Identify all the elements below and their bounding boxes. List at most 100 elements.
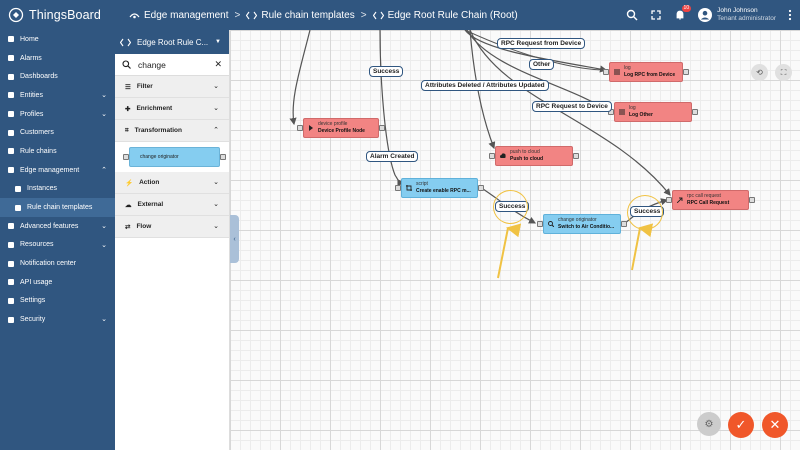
cloud-icon: ☁ [125,201,132,209]
rule-chain-templates-icon [14,204,22,212]
sidebar-item-instances[interactable]: Instances [0,180,115,199]
section-label: Enrichment [136,105,173,112]
fullscreen-icon[interactable] [650,9,662,21]
thingsboard-logo-icon [8,7,24,23]
search-icon [122,60,131,69]
sidebar-item-edge-management[interactable]: Edge management ⌃ [0,161,115,180]
collapse-panel-handle[interactable]: ‹ [230,215,239,263]
sidebar-item-label: Rule chains [20,147,57,155]
sidebar-item-label: Alarms [20,54,42,62]
edge-label[interactable]: RPC Request from Device [497,38,586,49]
apply-changes-button[interactable]: ✓ [728,412,754,438]
section-enrichment[interactable]: ✚ Enrichment ⌄ [115,98,229,120]
user-name: John Johnson [717,7,758,14]
fullscreen-canvas-button[interactable]: ⛶ [775,64,792,81]
sidebar-item-customers[interactable]: Customers [0,123,115,142]
rule-node-change-originator[interactable]: change originator Switch to Air Conditio… [537,214,627,234]
sidebar-item-api-usage[interactable]: API usage [0,273,115,292]
section-filter[interactable]: ☰ Filter ⌄ [115,76,229,98]
debug-button[interactable]: ⚙ [697,412,721,436]
rule-chain-select[interactable]: Edge Root Rule C... ▼ [115,30,229,54]
rule-node-log-other[interactable]: log Log Other [608,102,698,122]
breadcrumb-separator: > [234,9,241,21]
rule-node-device-profile[interactable]: device profile Device Profile Node [297,118,385,138]
history-button[interactable]: ⟲ [751,64,768,81]
sidebar-item-label: Advanced features [20,222,79,230]
sidebar-item-settings[interactable]: Settings [0,292,115,311]
rule-chain-canvas[interactable]: device profile Device Profile Node log L… [230,30,800,450]
code-brackets-icon [372,11,384,19]
input-port [395,185,401,191]
notification-icon [7,260,15,268]
section-external[interactable]: ☁ External ⌄ [115,194,229,216]
transform-icon [406,185,412,191]
breadcrumb-label: Rule chain templates [261,9,355,21]
clear-search-icon[interactable]: ✕ [214,59,222,70]
sidebar-item-home[interactable]: Home [0,30,115,49]
sidebar-item-resources[interactable]: Resources ⌄ [0,236,115,255]
sidebar-item-profiles[interactable]: Profiles ⌄ [0,105,115,124]
user-menu[interactable]: John Johnson Tenant administrator [698,7,776,23]
filter-icon: ☰ [125,83,131,91]
security-icon [7,316,15,324]
edge-label[interactable]: RPC Request to Device [532,101,612,112]
library-node-change-originator[interactable]: change originator [123,147,226,167]
node-search-field[interactable]: change ✕ [115,54,229,76]
customers-icon [7,129,15,137]
sidebar-item-alarms[interactable]: Alarms [0,49,115,68]
notifications-button[interactable]: 10 [674,5,692,21]
node-name: Push to cloud [510,155,544,162]
rule-node-script[interactable]: script Create enable RPC m... [395,178,484,198]
entities-icon [7,91,15,99]
avatar-icon [698,8,713,22]
sidebar-item-label: Dashboards [20,73,58,81]
node-name: Switch to Air Conditio... [558,223,615,230]
sidebar-item-rule-chains[interactable]: Rule chains [0,142,115,161]
section-flow[interactable]: ⇄ Flow ⌄ [115,216,229,238]
search-icon[interactable] [626,9,638,21]
sidebar-item-notification-center[interactable]: Notification center [0,254,115,273]
output-port [749,197,755,203]
section-transformation[interactable]: ⌗ Transformation ⌃ [115,120,229,142]
chevron-down-icon: ⌄ [213,105,219,112]
node-search-input[interactable]: change [138,60,166,70]
change-originator-icon [548,221,554,227]
log-icon [614,69,620,75]
edge-label[interactable]: Success [369,66,404,77]
sidebar-item-advanced-features[interactable]: Advanced features ⌄ [0,217,115,236]
edge-icon [129,12,140,18]
logo[interactable]: ThingsBoard [0,7,115,23]
breadcrumb-rule-chain-templates[interactable]: Rule chain templates [246,9,355,21]
section-label: Filter [136,83,153,90]
edge-label[interactable]: Alarm Created [366,151,419,162]
output-port [621,221,627,227]
dropdown-arrow-icon: ▼ [215,39,221,45]
rule-node-log-rpc[interactable]: log Log RPC from Device [603,62,689,82]
sidebar-item-entities[interactable]: Entities ⌄ [0,86,115,105]
dashboard-icon [7,73,15,81]
library-node-label: change originator [140,154,179,160]
sidebar-item-label: Resources [20,241,54,249]
more-vert-icon[interactable] [788,9,792,21]
rule-node-rpc-call-request[interactable]: rpc call request RPC Call Request [666,190,755,210]
sidebar-item-label: Notification center [20,260,77,268]
decline-changes-button[interactable]: ✕ [762,412,788,438]
edge-icon [7,166,15,174]
chevron-down-icon: ⌄ [101,110,107,118]
sidebar-item-label: Instances [27,185,57,193]
input-port [489,153,495,159]
sidebar-item-rule-chain-templates[interactable]: Rule chain templates [0,198,115,217]
edge-label[interactable]: Other [529,59,555,70]
output-port [379,125,385,131]
sidebar: Home Alarms Dashboards Entities ⌄ Profiles ⌄ Cu… [0,30,115,450]
breadcrumb-label: Edge management [144,9,229,21]
rule-node-push-to-cloud[interactable]: push to cloud Push to cloud [489,146,579,166]
breadcrumb-edge-management[interactable]: Edge management [129,10,229,21]
section-action[interactable]: ⚡ Action ⌄ [115,172,229,194]
edge-label[interactable]: Attributes Deleted / Attributes Updated [421,80,549,91]
input-port [666,197,672,203]
sidebar-item-security[interactable]: Security ⌄ [0,310,115,329]
sidebar-item-dashboards[interactable]: Dashboards [0,67,115,86]
cloud-upload-icon [500,153,506,158]
action-icon: ⚡ [125,179,134,187]
